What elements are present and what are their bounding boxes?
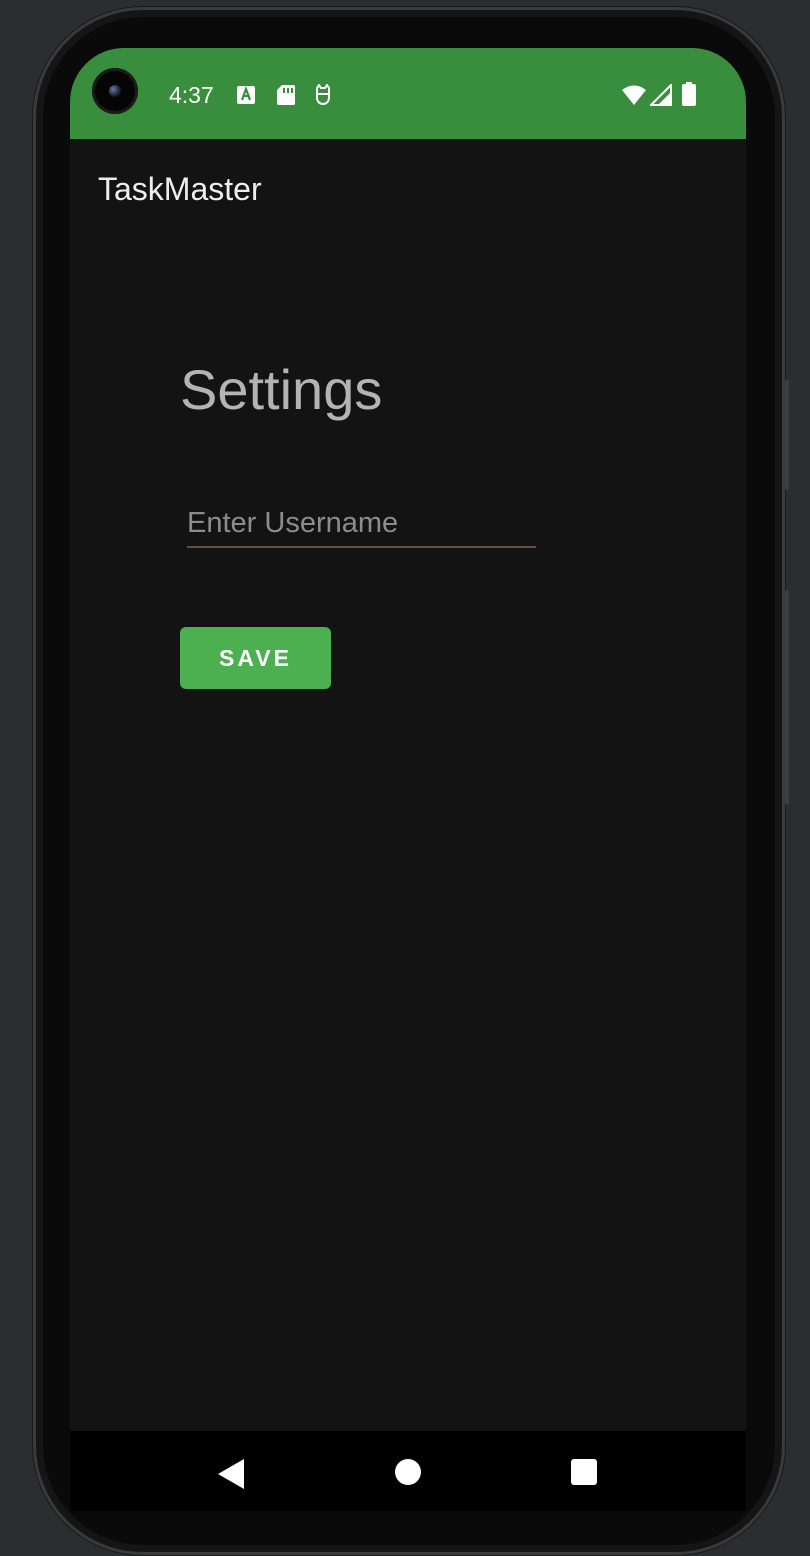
back-icon[interactable] [218,1459,244,1489]
app-title: TaskMaster [98,171,262,207]
volume-rocker [785,590,789,805]
username-input[interactable] [187,500,536,548]
recents-icon[interactable] [571,1459,597,1485]
page-title: Settings [180,358,383,421]
status-time: 4:37 [169,82,214,108]
home-icon[interactable] [395,1459,421,1485]
text-a-icon [237,85,255,104]
battery-icon [682,82,696,106]
app-screen: 4:37 TaskMaster Settings SAVE [70,48,746,1508]
navigation-bar [70,1431,746,1511]
save-button[interactable]: SAVE [180,627,331,689]
status-bar: 4:37 [70,48,746,139]
front-camera [92,68,138,114]
power-button [785,380,789,490]
sd-card-icon [277,85,295,105]
signal-icon [650,84,672,106]
cat-icon [316,84,330,105]
wifi-icon [622,85,646,105]
